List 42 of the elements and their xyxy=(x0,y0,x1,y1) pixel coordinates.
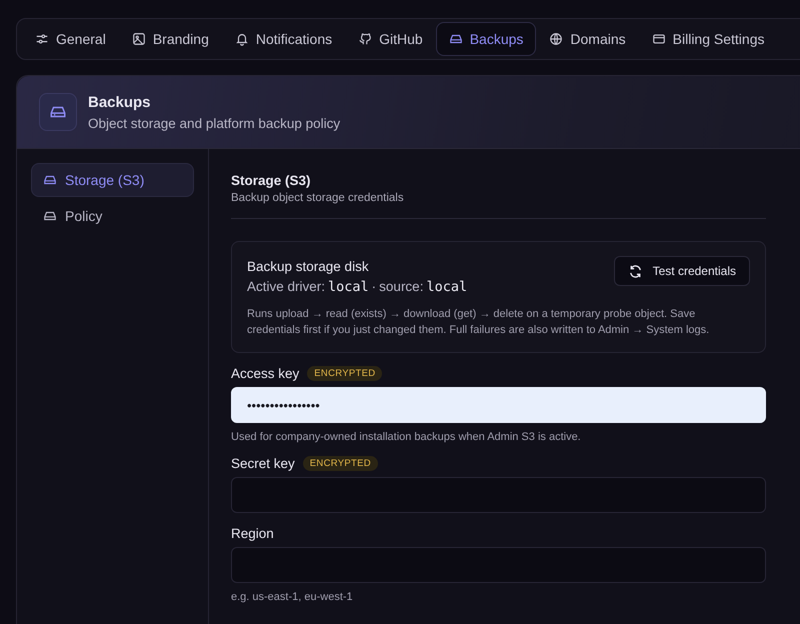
input-field[interactable]: •••••••••••••••• xyxy=(231,387,766,423)
field-label: Access key xyxy=(231,366,300,381)
card-title: Backup storage disk xyxy=(247,259,370,274)
section-title: Storage (S3) xyxy=(231,173,312,188)
github-icon xyxy=(358,32,372,46)
card-description: Runs upload → read (exists) → download (get) → delete on a temporary probe object. Save credentials first if you just changed them. Full failures are also written to Admin → System logs. xyxy=(247,307,710,338)
field-label: Region xyxy=(231,526,274,541)
test-credentials-button[interactable]: Test credentials xyxy=(614,256,750,286)
input-field[interactable] xyxy=(231,547,766,583)
tab[interactable]: Backups xyxy=(436,22,536,56)
panel-title: Backups xyxy=(88,94,152,110)
bell-icon xyxy=(234,32,249,46)
panel-subtitle: Object storage and platform backup policy xyxy=(88,116,340,130)
drive-icon xyxy=(448,32,463,46)
tab[interactable]: Billing Settings xyxy=(638,22,778,56)
drive-icon xyxy=(43,209,57,223)
input-field[interactable] xyxy=(231,477,766,513)
tab[interactable]: GitHub xyxy=(345,22,436,56)
separator-dot: · xyxy=(372,279,376,294)
tab[interactable]: Domains xyxy=(536,22,639,56)
sliders-icon xyxy=(35,32,49,46)
driver-label: Active driver: xyxy=(247,279,326,294)
sidebar-item[interactable]: Policy xyxy=(31,199,194,233)
refresh-icon xyxy=(628,264,643,278)
card-icon xyxy=(652,32,666,46)
tab[interactable]: Notifications xyxy=(222,22,346,56)
image-icon xyxy=(132,32,146,46)
globe-icon xyxy=(549,32,564,46)
drive-icon xyxy=(39,93,77,131)
source-label: source: xyxy=(379,279,424,294)
encrypted-badge: ENCRYPTED xyxy=(307,366,382,381)
sidebar-item[interactable]: Storage (S3) xyxy=(31,163,194,197)
tab[interactable]: Branding xyxy=(118,22,222,56)
source-value: local xyxy=(426,279,468,295)
tab[interactable]: General xyxy=(22,22,119,56)
encrypted-badge: ENCRYPTED xyxy=(302,456,378,471)
field-hint: Used for company-owned installation backups when Admin S3 is active. xyxy=(231,431,582,443)
field-label: Secret key xyxy=(231,456,295,471)
drive-icon xyxy=(43,173,57,187)
section-subtitle: Backup object storage credentials xyxy=(231,192,405,204)
field-hint: e.g. us-east-1, eu-west-1 xyxy=(231,591,354,603)
driver-value: local xyxy=(328,279,369,295)
